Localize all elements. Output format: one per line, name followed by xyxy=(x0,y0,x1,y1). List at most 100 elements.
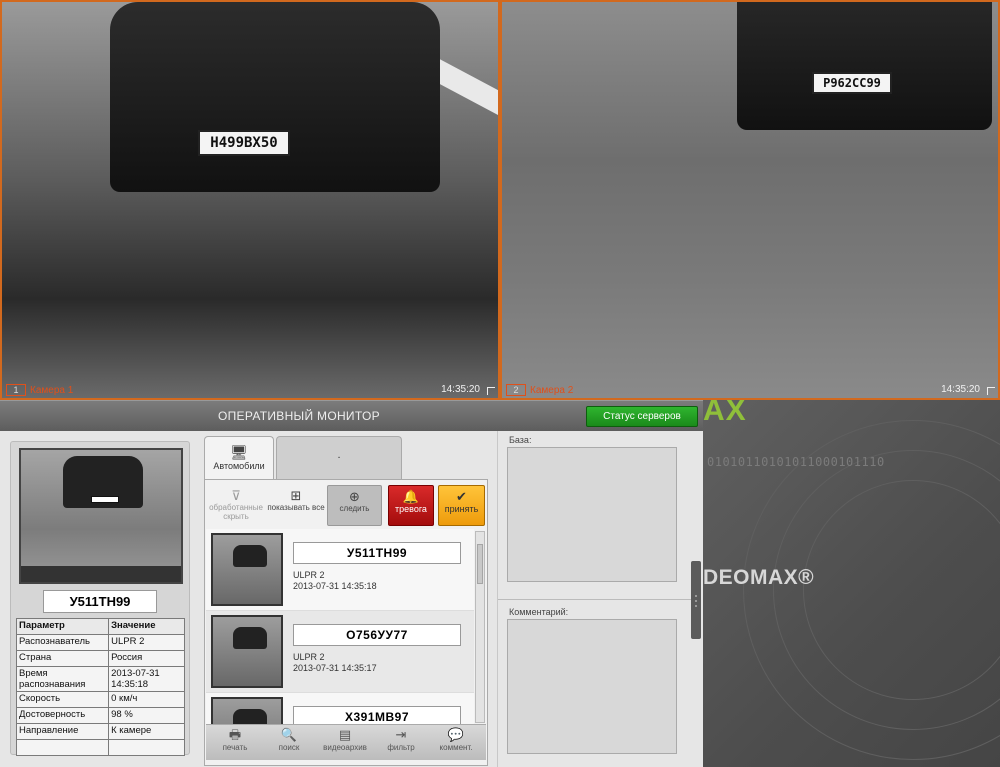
param-name: Распознаватель xyxy=(15,634,110,651)
item-source: ULPR 2 xyxy=(293,652,325,662)
video-archive-button[interactable]: ▤ видеоархив xyxy=(320,727,370,752)
follow-button[interactable]: ⊕ следить xyxy=(327,485,382,526)
monitor-icon: 🖥 xyxy=(230,444,248,460)
button-label: показывать все xyxy=(267,503,325,512)
hide-processed-button[interactable]: ⊽ обработанные скрыть xyxy=(206,485,266,526)
car-image xyxy=(110,2,440,192)
car-image xyxy=(737,2,992,130)
target-icon: ⊕ xyxy=(349,489,360,504)
table-row: Направление К камере xyxy=(15,723,185,740)
comment-button[interactable]: 💬 коммент. xyxy=(431,727,481,752)
button-label: поиск xyxy=(278,743,300,752)
list-item[interactable]: У511ТН99 ULPR 2 2013-07-31 14:35:18 xyxy=(206,529,474,611)
filter-button[interactable]: ⇥ фильтр xyxy=(376,727,426,752)
item-plate: О756УУ77 xyxy=(293,624,461,646)
selected-plate: У511ТН99 xyxy=(43,590,157,613)
table-row: Достоверность 98 % xyxy=(15,707,185,724)
snapshot-image[interactable] xyxy=(19,448,183,584)
param-value: 98 % xyxy=(108,707,185,724)
desktop-background: AX 01010110101011000101110 DEOMAX® xyxy=(703,400,1000,767)
camera-time: 14:35:20 xyxy=(441,384,480,395)
camera-plate: Н499ВХ50 xyxy=(198,130,290,156)
table-row: Скорость 0 км/ч xyxy=(15,691,185,708)
comment-label: Комментарий: xyxy=(509,607,569,617)
item-plate: У511ТН99 xyxy=(293,542,461,564)
print-button[interactable]: 🖶 печать xyxy=(210,727,260,752)
accept-button[interactable]: ✔ принять xyxy=(438,485,485,526)
show-all-button[interactable]: ⊞ показывать все xyxy=(267,485,325,526)
logo-wordmark: DEOMAX® xyxy=(703,566,815,589)
hierarchy-icon: ⊞ xyxy=(290,488,302,503)
header-value: Значение xyxy=(108,618,185,635)
tab-second[interactable]: . xyxy=(276,436,402,480)
button-label: следить xyxy=(339,504,370,513)
alarm-button[interactable]: 🔔 тревога xyxy=(388,485,434,526)
list-scrollbar[interactable] xyxy=(475,531,485,723)
item-time: 2013-07-31 14:35:17 xyxy=(293,663,377,673)
base-label: База: xyxy=(509,435,532,445)
logo-text: AX xyxy=(703,400,747,427)
button-label: видеоархив xyxy=(323,743,367,752)
list-item[interactable]: Х391МВ97 xyxy=(206,693,474,725)
operational-monitor: ОПЕРАТИВНЫЙ МОНИТОР Статус серверов У511… xyxy=(0,400,703,767)
camera-number: 2 xyxy=(506,384,526,396)
binary-decoration: 01010110101011000101110 xyxy=(707,455,885,469)
param-value: ULPR 2 xyxy=(108,634,185,651)
checkmark-icon: ✔ xyxy=(456,489,467,504)
button-label: принять xyxy=(444,504,479,514)
camera-view-2[interactable]: Р962СС99 2 Камера 2 14:35:20 xyxy=(500,0,1000,400)
param-value: Россия xyxy=(108,650,185,667)
app-window: Н499ВХ50 1 Камера 1 14:35:20 Р962СС99 2 … xyxy=(0,0,1000,767)
button-label: фильтр xyxy=(387,743,415,752)
tab-cars[interactable]: 🖥 Автомобили xyxy=(204,436,274,480)
camera-label: 2 Камера 2 xyxy=(506,384,573,396)
param-name: Страна xyxy=(15,650,110,667)
search-button[interactable]: 🔍 поиск xyxy=(264,727,314,752)
list-item[interactable]: О756УУ77 ULPR 2 2013-07-31 14:35:17 xyxy=(206,611,474,693)
recognition-list: У511ТН99 ULPR 2 2013-07-31 14:35:18 О756… xyxy=(206,529,474,725)
server-status-button[interactable]: Статус серверов xyxy=(586,406,698,427)
param-value: 0 км/ч xyxy=(108,691,185,708)
param-name: Достоверность xyxy=(15,707,110,724)
tab-label: . xyxy=(337,449,341,461)
film-icon: ▤ xyxy=(338,727,352,742)
button-label: обработанные скрыть xyxy=(209,503,263,521)
param-value: 2013-07-31 14:35:18 xyxy=(108,666,185,692)
thumbnail-image xyxy=(211,697,283,725)
scrollbar-thumb[interactable] xyxy=(477,544,483,584)
camera-plate: Р962СС99 xyxy=(812,72,892,94)
camera-time: 14:35:20 xyxy=(941,384,980,395)
item-source: ULPR 2 xyxy=(293,570,325,580)
header-param: Параметр xyxy=(15,618,110,635)
camera-number: 1 xyxy=(6,384,26,396)
filter-icon: ⇥ xyxy=(395,727,407,742)
corner-icon xyxy=(487,387,495,395)
camera-name: Камера 2 xyxy=(530,384,574,396)
comment-field[interactable] xyxy=(507,619,677,754)
camera-view-1[interactable]: Н499ВХ50 1 Камера 1 14:35:20 xyxy=(0,0,500,400)
param-value: К камере xyxy=(108,723,185,740)
button-label: тревога xyxy=(395,504,427,514)
item-time: 2013-07-31 14:35:18 xyxy=(293,581,377,591)
button-label: печать xyxy=(222,743,248,752)
camera-label: 1 Камера 1 xyxy=(6,384,73,396)
param-name: Скорость xyxy=(15,691,110,708)
base-field[interactable] xyxy=(507,447,677,582)
table-row: Время распознавания 2013-07-31 14:35:18 xyxy=(15,666,185,692)
filter-check-icon: ⊽ xyxy=(231,488,241,503)
item-plate: Х391МВ97 xyxy=(293,706,461,725)
corner-icon xyxy=(987,387,995,395)
param-name: Время распознавания xyxy=(15,666,110,692)
bell-icon: 🔔 xyxy=(402,489,420,504)
recognition-details: У511ТН99 Параметр Значение Распознавател… xyxy=(10,441,190,756)
thumbnail-image xyxy=(211,615,283,688)
panel-collapse-handle[interactable] xyxy=(691,561,701,639)
speech-bubble-icon: 💬 xyxy=(447,727,465,742)
divider xyxy=(498,599,693,600)
table-row: Страна Россия xyxy=(15,650,185,667)
bottom-toolbar: 🖶 печать 🔍 поиск ▤ видеоархив ⇥ фильтр 💬… xyxy=(206,724,486,760)
table-row: Распознаватель ULPR 2 xyxy=(15,634,185,651)
tab-label: Автомобили xyxy=(213,461,265,471)
table-row-empty xyxy=(15,739,185,756)
printer-icon: 🖶 xyxy=(228,727,242,742)
